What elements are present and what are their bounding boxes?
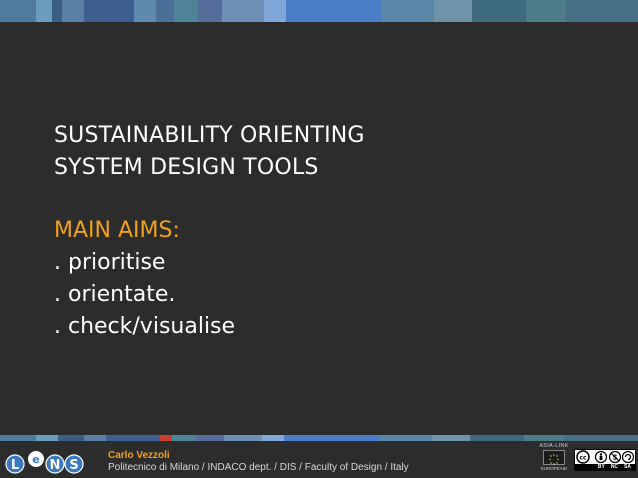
svg-text:cc: cc	[579, 455, 587, 462]
cc-icons: cc $	[575, 450, 635, 464]
author-name: Carlo Vezzoli	[108, 450, 170, 461]
main-aims-heading: MAIN AIMS:	[54, 218, 180, 243]
bullet-item: . prioritise	[54, 250, 166, 275]
logo-letter: S	[69, 458, 78, 473]
slide-title-line-1: SUSTAINABILITY ORIENTING	[54, 123, 365, 148]
top-color-stripe	[0, 0, 638, 22]
bullet-item: . check/visualise	[54, 314, 236, 339]
slide-title-line-2: SYSTEM DESIGN TOOLS	[54, 155, 319, 180]
asia-link-logo: ASIA-LINK EUROPEAID	[538, 443, 570, 477]
slide-footer: L e N S Carlo Vezzoli Politecnico di Mil…	[0, 441, 638, 478]
logo-letter: e	[32, 453, 39, 466]
logo-letter: L	[11, 458, 19, 473]
logo-letter: N	[50, 458, 61, 473]
creative-commons-badge[interactable]: cc $ BY NC SA	[574, 449, 636, 471]
author-affiliation: Politecnico di Milano / INDACO dept. / D…	[108, 462, 409, 473]
lens-logo: L e N S	[5, 451, 84, 474]
bullet-item: . orientate.	[54, 282, 176, 307]
cc-nc-label: NC	[610, 464, 619, 470]
cc-license-labels: BY NC SA	[575, 464, 635, 471]
slide-content: SUSTAINABILITY ORIENTING SYSTEM DESIGN T…	[54, 120, 365, 343]
sa-share-icon	[621, 450, 635, 464]
cc-sa-label: SA	[624, 464, 631, 470]
asia-link-label: ASIA-LINK	[539, 443, 569, 449]
slide-body: SUSTAINABILITY ORIENTING SYSTEM DESIGN T…	[0, 22, 638, 435]
europeaid-label: EUROPEAID	[540, 466, 568, 471]
cc-by-label: BY	[597, 464, 605, 470]
eu-flag-icon	[543, 450, 565, 465]
